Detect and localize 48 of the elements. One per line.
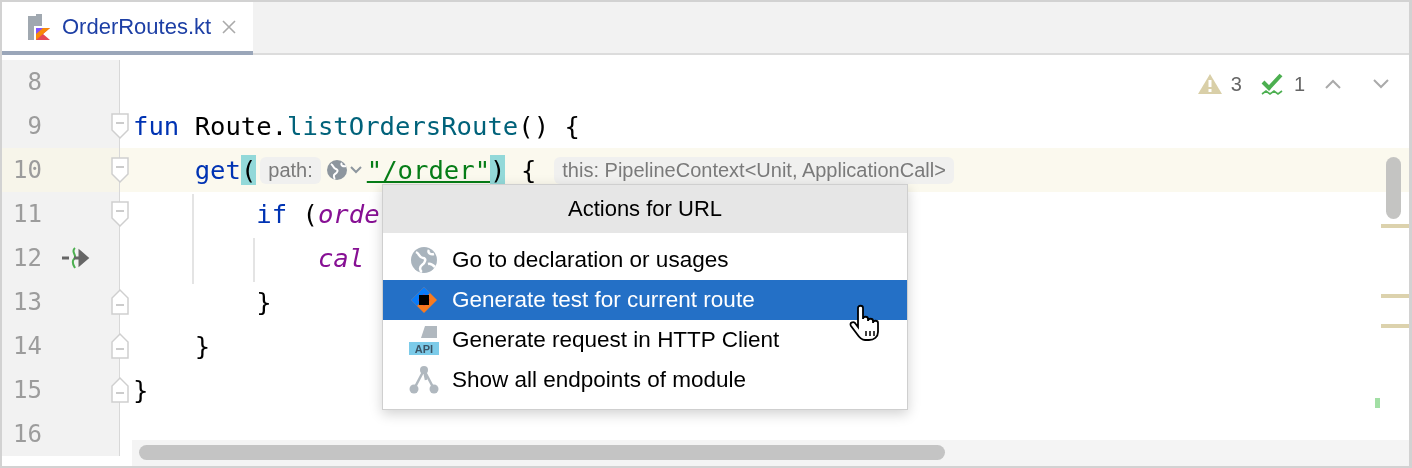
line-number: 12: [12, 244, 42, 272]
fold-marker-icon[interactable]: [110, 112, 130, 140]
fold-marker-icon[interactable]: [110, 332, 130, 360]
menu-item[interactable]: Go to declaration or usages: [383, 240, 907, 280]
popup-title: Actions for URL: [383, 185, 907, 233]
fold-marker-icon[interactable]: [110, 156, 130, 184]
line-number: 15: [12, 376, 42, 404]
warning-marker[interactable]: [1381, 324, 1409, 328]
scrollbar-thumb[interactable]: [139, 445, 945, 460]
code-text: fun Route.listOrdersRoute() {: [133, 111, 580, 141]
line-number: 9: [26, 112, 42, 140]
warning-icon[interactable]: [1196, 73, 1223, 95]
globe-icon: [408, 244, 440, 276]
menu-item[interactable]: Show all endpoints of module: [383, 360, 907, 400]
code-text: }: [133, 375, 149, 405]
code-text: get(: [193, 155, 257, 185]
fold-marker-icon[interactable]: [110, 288, 130, 316]
code-text: }: [255, 287, 272, 317]
warning-marker[interactable]: [1381, 294, 1409, 298]
file-tab[interactable]: OrderRoutes.kt: [2, 2, 254, 55]
chevron-up-icon[interactable]: [1323, 77, 1343, 91]
warning-count[interactable]: 3: [1230, 72, 1242, 96]
fold-marker-icon[interactable]: [110, 376, 130, 404]
line-number: 13: [12, 288, 42, 316]
code-text: cal: [316, 243, 365, 273]
line-number: 14: [12, 332, 42, 360]
line-number: 8: [26, 68, 42, 96]
endpoints-icon: [408, 364, 440, 396]
chevron-down-icon[interactable]: [1371, 77, 1391, 91]
close-icon[interactable]: [221, 18, 238, 35]
line-number: 11: [12, 200, 42, 228]
scrollbar-thumb[interactable]: [1386, 157, 1401, 219]
weak-warning-count[interactable]: 1: [1293, 72, 1305, 96]
code-text: }: [193, 331, 211, 361]
code-text: if (orde: [255, 199, 380, 229]
menu-item[interactable]: API Generate request in HTTP Client: [383, 320, 907, 360]
inlay-hint: path:: [260, 156, 321, 184]
inlay-hint: this: PipelineContext<Unit, ApplicationCall>: [554, 156, 954, 184]
warning-marker[interactable]: [1381, 224, 1409, 228]
route-icon[interactable]: [60, 246, 90, 270]
hand-cursor-icon: [848, 304, 882, 342]
change-marker: [1375, 398, 1380, 408]
code-text: "/order") {: [366, 155, 537, 185]
line-number: 10: [12, 156, 42, 184]
fold-marker-icon[interactable]: [110, 200, 130, 228]
menu-item[interactable]: Generate test for current route: [383, 280, 907, 320]
globe-dropdown-icon[interactable]: [324, 158, 365, 182]
line-number: 16: [12, 420, 42, 448]
